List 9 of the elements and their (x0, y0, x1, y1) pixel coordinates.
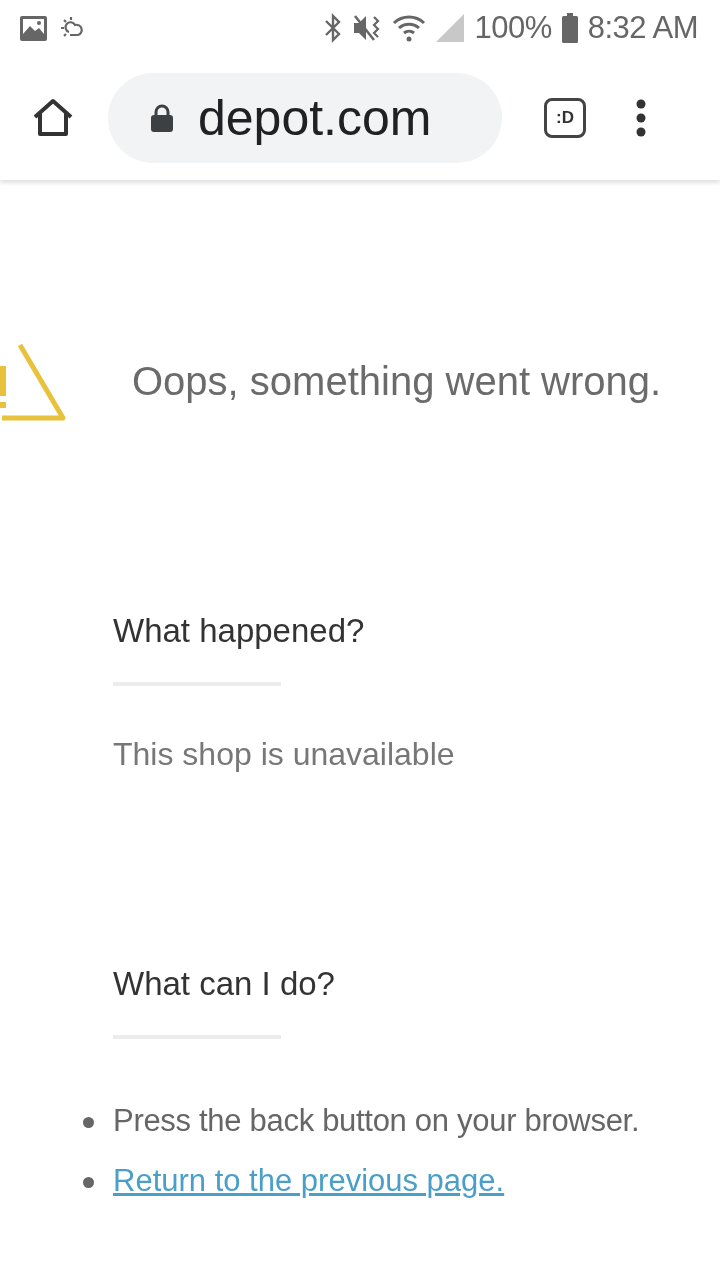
clock: 8:32 AM (587, 10, 698, 46)
section-heading: What can I do? (113, 965, 336, 1003)
section-heading: What happened? (113, 612, 366, 650)
address-bar[interactable]: depot.com (108, 73, 502, 163)
error-title: Oops, something went wrong. (132, 358, 662, 404)
message-text: This shop is unavailable (113, 736, 456, 773)
instruction-text: Press the back button on your browser. (113, 1103, 640, 1139)
battery-percentage: 100% (474, 10, 552, 46)
tab-switcher-button[interactable]: :D (544, 98, 586, 138)
